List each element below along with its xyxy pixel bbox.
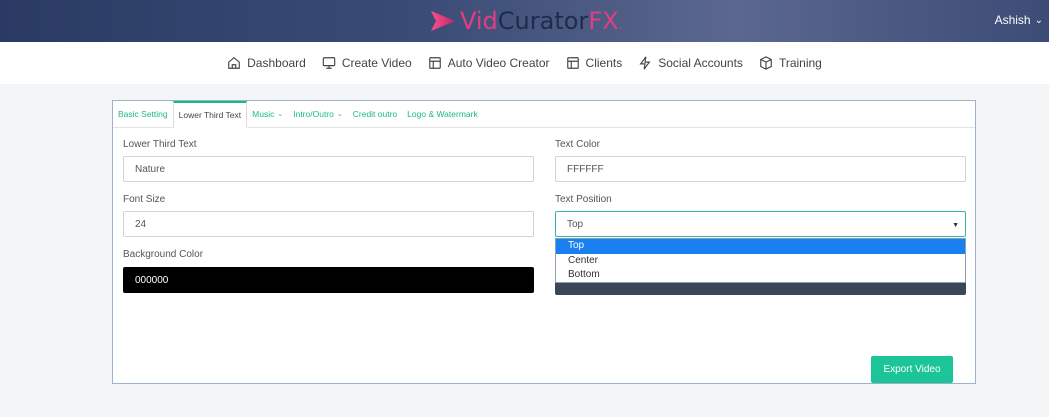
- text-color-input[interactable]: FFFFFF: [555, 156, 966, 182]
- tab-credit-outro[interactable]: Credit outro: [348, 101, 402, 127]
- user-menu[interactable]: Ashish ⌄: [995, 13, 1043, 27]
- nav-clients[interactable]: Clients: [566, 56, 623, 70]
- nav-dashboard[interactable]: Dashboard: [227, 56, 306, 70]
- chevron-down-icon: ⌄: [336, 111, 343, 118]
- nav-label: Auto Video Creator: [447, 56, 550, 70]
- tab-lower-third-text[interactable]: Lower Third Text: [172, 101, 248, 128]
- nav-label: Social Accounts: [658, 56, 743, 70]
- change-font-button[interactable]: [555, 281, 966, 295]
- lower-third-text-input[interactable]: Nature: [123, 156, 534, 182]
- play-logo-icon: [431, 11, 455, 31]
- background-color-input[interactable]: 000000: [123, 267, 534, 293]
- tab-label: Basic Setting: [118, 109, 168, 119]
- option-bottom[interactable]: Bottom: [556, 268, 965, 283]
- chevron-down-icon: ⌄: [277, 111, 284, 118]
- tab-intro-outro[interactable]: Intro/Outro ⌄: [288, 101, 348, 127]
- layout-icon: [566, 57, 579, 69]
- tab-label: Music: [252, 109, 275, 119]
- tab-label: Lower Third Text: [178, 110, 242, 120]
- caret-down-icon: ▼: [952, 222, 959, 229]
- bolt-icon: [639, 56, 651, 70]
- layout-icon: [428, 57, 441, 69]
- monitor-icon: [322, 57, 336, 69]
- nav-label: Clients: [585, 56, 623, 70]
- home-icon: [228, 57, 240, 69]
- export-video-button[interactable]: Export Video: [871, 356, 953, 383]
- nav-label: Create Video: [341, 56, 412, 70]
- font-size-label: Font Size: [123, 194, 166, 205]
- option-center[interactable]: Center: [556, 254, 965, 269]
- settings-card: Basic Setting Lower Third Text Music ⌄ In…: [112, 100, 976, 384]
- brand-dot: .: [618, 21, 622, 32]
- text-color-label: Text Color: [555, 139, 601, 150]
- tab-logo-watermark[interactable]: Logo & Watermark: [402, 101, 483, 127]
- tab-basic-setting[interactable]: Basic Setting: [113, 101, 173, 127]
- settings-tabs: Basic Setting Lower Third Text Music ⌄ In…: [113, 101, 975, 128]
- box-icon: [760, 56, 772, 70]
- text-position-label: Text Position: [555, 194, 612, 205]
- lower-third-text-label: Lower Third Text: [123, 139, 197, 150]
- tab-label: Intro/Outro: [293, 109, 334, 119]
- font-size-input[interactable]: 24: [123, 211, 534, 237]
- select-value: Top: [567, 218, 584, 230]
- nav-label: Dashboard: [247, 56, 306, 70]
- nav-social-accounts[interactable]: Social Accounts: [638, 56, 743, 70]
- nav-label: Training: [778, 56, 822, 70]
- tab-label: Logo & Watermark: [407, 109, 478, 119]
- brand-name: VidCuratorFX.: [460, 7, 622, 35]
- text-position-dropdown: Top Center Bottom: [555, 238, 966, 283]
- brand-curator: Curator: [497, 7, 589, 35]
- tab-music[interactable]: Music ⌄: [247, 101, 288, 127]
- nav-auto-video-creator[interactable]: Auto Video Creator: [428, 56, 550, 70]
- top-header: VidCuratorFX. Ashish ⌄: [0, 0, 1049, 42]
- user-name: Ashish: [994, 13, 1031, 27]
- chevron-down-icon: ⌄: [1034, 14, 1043, 26]
- tab-label: Credit outro: [352, 109, 398, 119]
- app-logo[interactable]: VidCuratorFX.: [430, 7, 622, 35]
- brand-vid: Vid: [460, 7, 498, 35]
- text-position-select[interactable]: Top ▼: [555, 211, 966, 237]
- main-nav: Dashboard Create Video Auto Video Creato…: [0, 42, 1049, 84]
- nav-create-video[interactable]: Create Video: [322, 56, 412, 70]
- brand-fx: FX: [588, 7, 619, 35]
- background-color-label: Background Color: [123, 249, 204, 260]
- nav-training[interactable]: Training: [759, 56, 822, 70]
- option-top[interactable]: Top: [556, 239, 965, 254]
